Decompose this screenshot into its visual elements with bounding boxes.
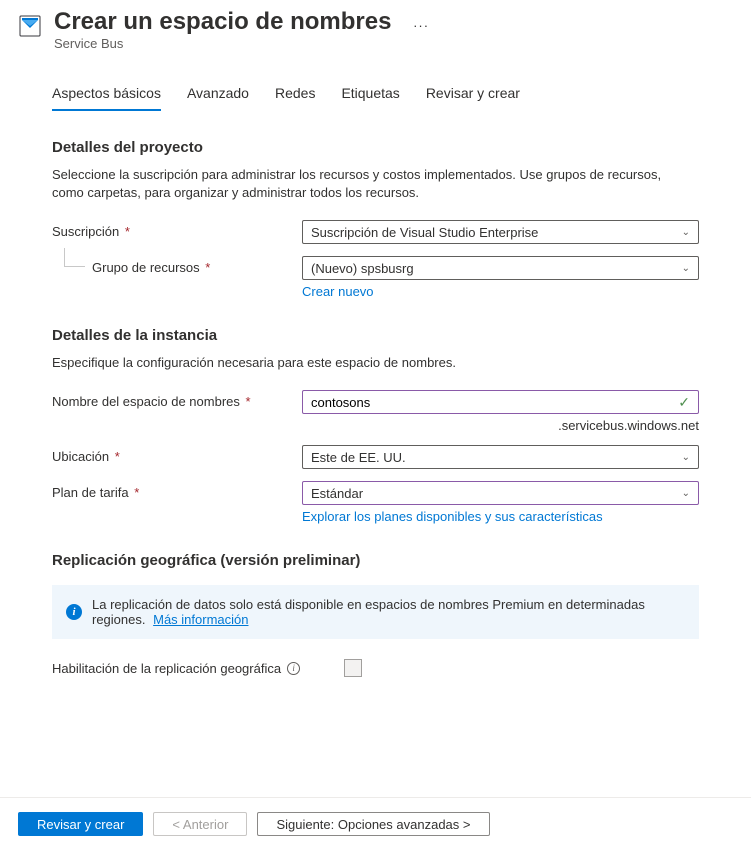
tab-networking[interactable]: Redes [275, 85, 315, 111]
create-new-rg-link[interactable]: Crear nuevo [302, 284, 374, 299]
subscription-select[interactable]: Suscripción de Visual Studio Enterprise … [302, 220, 699, 244]
geo-replication-title: Replicación geográfica (versión prelimin… [52, 552, 699, 569]
tooltip-icon[interactable]: i [287, 662, 300, 675]
geo-info-banner: i La replicación de datos solo está disp… [52, 585, 699, 639]
previous-button: < Anterior [153, 812, 247, 836]
geo-enable-checkbox [344, 659, 362, 677]
review-create-button[interactable]: Revisar y crear [18, 812, 143, 836]
location-label: Ubicación * [52, 445, 302, 464]
namespace-name-input[interactable] [311, 395, 678, 410]
namespace-name-label: Nombre del espacio de nombres * [52, 390, 302, 409]
more-icon[interactable]: ··· [413, 18, 429, 33]
geo-more-info-link[interactable]: Más información [153, 612, 248, 627]
project-details-title: Detalles del proyecto [52, 139, 699, 156]
checkmark-icon: ✓ [678, 394, 690, 411]
geo-banner-text: La replicación de datos solo está dispon… [92, 597, 685, 627]
chevron-down-icon: ⌄ [682, 452, 690, 463]
resourcegroup-select[interactable]: (Nuevo) spsbusrg ⌄ [302, 256, 699, 280]
instance-details-description: Especifique la configuración necesaria p… [52, 354, 692, 372]
tab-advanced[interactable]: Avanzado [187, 85, 249, 111]
required-mark: * [131, 485, 140, 500]
required-mark: * [242, 394, 251, 409]
tab-bar: Aspectos básicos Avanzado Redes Etiqueta… [52, 85, 699, 111]
pricing-tier-label: Plan de tarifa * [52, 481, 302, 500]
instance-details-title: Detalles de la instancia [52, 327, 699, 344]
project-details-description: Seleccione la suscripción para administr… [52, 166, 692, 202]
chevron-down-icon: ⌄ [682, 488, 690, 499]
page-subtitle: Service Bus [54, 36, 733, 51]
chevron-down-icon: ⌄ [682, 227, 690, 238]
namespace-name-input-wrapper: ✓ [302, 390, 699, 414]
required-mark: * [121, 224, 130, 239]
pricing-tier-select[interactable]: Estándar ⌄ [302, 481, 699, 505]
tab-basics[interactable]: Aspectos básicos [52, 85, 161, 111]
tab-tags[interactable]: Etiquetas [341, 85, 399, 111]
service-bus-icon [18, 14, 42, 38]
subscription-label: Suscripción * [52, 220, 302, 239]
footer-bar: Revisar y crear < Anterior Siguiente: Op… [0, 797, 751, 850]
location-select[interactable]: Este de EE. UU. ⌄ [302, 445, 699, 469]
required-mark: * [202, 260, 211, 275]
info-icon: i [66, 604, 82, 620]
namespace-suffix: .servicebus.windows.net [302, 418, 699, 433]
page-title: Crear un espacio de nombres [54, 8, 391, 36]
geo-enable-label: Habilitación de la replicación geográfic… [52, 661, 281, 676]
tab-review[interactable]: Revisar y crear [426, 85, 520, 111]
explore-pricing-link[interactable]: Explorar los planes disponibles y sus ca… [302, 509, 603, 524]
next-button[interactable]: Siguiente: Opciones avanzadas > [257, 812, 489, 836]
required-mark: * [111, 449, 120, 464]
chevron-down-icon: ⌄ [682, 263, 690, 274]
resourcegroup-label: Grupo de recursos * [52, 256, 302, 275]
